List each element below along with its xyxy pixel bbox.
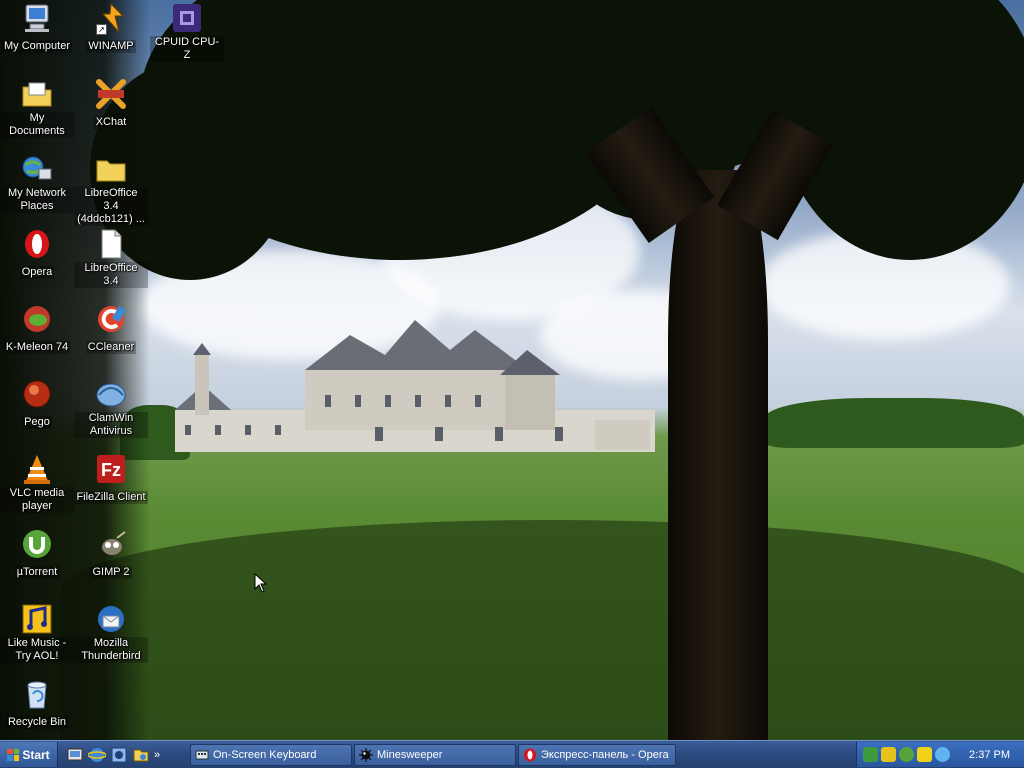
desktop-icon-my-documents[interactable]: My Documents <box>0 78 74 139</box>
system-tray: 2:37 PM <box>856 742 1024 767</box>
start-label: Start <box>22 747 50 762</box>
desktop-icon-vlc[interactable]: VLC media player <box>0 453 74 514</box>
icon-label: K-Meleon 74 <box>3 341 71 354</box>
clamwin-icon <box>96 383 126 407</box>
quick-launch-bar: » <box>66 745 164 765</box>
icon-label: LibreOffice 3.4 <box>74 262 148 288</box>
quick-launch-more-button[interactable]: » <box>154 749 164 761</box>
start-button[interactable]: Start <box>0 742 58 767</box>
desktop-icon-ccleaner[interactable]: CCleaner <box>74 303 148 355</box>
network-icon <box>22 156 52 180</box>
icon-label: LibreOffice 3.4 (4ddcb121) ... <box>74 187 148 226</box>
desktop-icon-filezilla[interactable]: Fz FileZilla Client <box>74 453 148 505</box>
documents-folder-icon <box>22 82 52 107</box>
opera-icon <box>524 748 536 762</box>
desktop-icon-libreoffice[interactable]: LibreOffice 3.4 <box>74 228 148 289</box>
icon-label: My Documents <box>0 112 74 138</box>
windows-flag-icon <box>7 748 20 761</box>
task-button-on-screen-keyboard[interactable]: On-Screen Keyboard <box>190 744 352 766</box>
desktop-icon-xchat[interactable]: XChat <box>74 78 148 130</box>
desktop-icon-winamp[interactable]: ↗ WINAMP <box>74 2 148 54</box>
mouse-cursor-icon <box>254 573 268 593</box>
opera-icon <box>25 230 49 258</box>
chateau-image <box>175 320 655 452</box>
vlc-icon <box>24 455 50 484</box>
icon-label: Like Music - Try AOL! <box>0 637 74 663</box>
taskbar: Start » On-Screen Keyboard Minesweeper Э… <box>0 740 1024 768</box>
icon-label: Recycle Bin <box>5 716 69 729</box>
icon-label: My Network Places <box>0 187 74 213</box>
clock[interactable]: 2:37 PM <box>969 749 1010 761</box>
computer-icon <box>25 4 49 32</box>
internet-explorer-icon[interactable] <box>88 746 106 764</box>
icon-label: Pego <box>22 416 52 429</box>
winamp-tray-icon[interactable] <box>881 747 896 762</box>
icon-label: µTorrent <box>14 566 60 579</box>
icon-label: VLC media player <box>0 487 74 513</box>
icon-label: WINAMP <box>86 40 136 53</box>
mine-icon <box>359 748 373 762</box>
desktop-icon-cpuz[interactable]: CPUID CPU-Z <box>150 2 224 63</box>
desktop-icon-libreoffice-folder[interactable]: LibreOffice 3.4 (4ddcb121) ... <box>74 153 148 227</box>
icon-label: XChat <box>93 116 129 129</box>
task-label: Экспресс-панель - Opera <box>541 749 669 761</box>
kmeleon-icon <box>24 306 50 332</box>
icon-label: ClamWin Antivirus <box>74 412 148 438</box>
thunderbird-icon <box>98 606 124 632</box>
desktop-icon-utorrent[interactable]: µTorrent <box>0 528 74 580</box>
network-tray-icon[interactable] <box>863 747 878 762</box>
icon-label: CPUID CPU-Z <box>150 36 224 62</box>
desktop-icon-gimp[interactable]: GIMP 2 <box>74 528 148 580</box>
desktop-icon-thunderbird[interactable]: Mozilla Thunderbird <box>74 603 148 664</box>
document-icon <box>101 229 122 259</box>
icon-label: Opera <box>19 266 55 279</box>
task-button-minesweeper[interactable]: Minesweeper <box>354 744 516 766</box>
keyboard-icon <box>195 750 209 760</box>
desktop-icon-opera[interactable]: Opera <box>0 228 74 280</box>
desktop-icon-my-computer[interactable]: My Computer <box>0 2 74 54</box>
network-icon[interactable] <box>110 746 128 764</box>
wallpaper <box>0 0 1024 740</box>
icon-label: CCleaner <box>85 341 137 354</box>
icon-label: Mozilla Thunderbird <box>74 637 148 663</box>
gimp-icon <box>102 531 126 555</box>
lightning-tray-icon[interactable] <box>917 747 932 762</box>
folder-icon <box>96 160 126 182</box>
ccleaner-icon <box>98 305 126 332</box>
filezilla-icon: Fz <box>97 455 125 483</box>
shortcut-arrow-icon: ↗ <box>96 24 107 35</box>
desktop-icon-pego[interactable]: Pego <box>0 378 74 430</box>
utorrent-icon <box>23 530 51 558</box>
cpuz-icon <box>173 4 201 32</box>
pego-icon <box>23 380 51 408</box>
recycle-bin-icon <box>27 681 47 709</box>
desktop-icon-recycle-bin[interactable]: Recycle Bin <box>0 678 74 730</box>
music-icon <box>22 604 52 634</box>
icon-label: FileZilla Client <box>74 491 148 504</box>
desktop-icon-kmeleon[interactable]: K-Meleon 74 <box>0 303 74 355</box>
task-label: On-Screen Keyboard <box>213 749 317 761</box>
svg-text:Fz: Fz <box>101 460 121 480</box>
icon-label: My Computer <box>1 40 73 53</box>
utorrent-tray-icon[interactable] <box>899 747 914 762</box>
media-icon[interactable] <box>132 746 150 764</box>
desktop-icon-clamwin[interactable]: ClamWin Antivirus <box>74 378 148 439</box>
desktop-icon-like-music[interactable]: Like Music - Try AOL! <box>0 603 74 664</box>
show-desktop-icon[interactable] <box>66 746 84 764</box>
task-button-opera[interactable]: Экспресс-панель - Opera <box>518 744 676 766</box>
desktop-icon-network-places[interactable]: My Network Places <box>0 153 74 214</box>
icon-label: GIMP 2 <box>90 566 132 579</box>
xchat-icon <box>96 79 126 109</box>
clamwin-tray-icon[interactable] <box>935 747 950 762</box>
desktop: My Computer ↗ WINAMP CPUID CPU-Z My Docu… <box>0 0 1024 740</box>
task-label: Minesweeper <box>377 749 443 761</box>
